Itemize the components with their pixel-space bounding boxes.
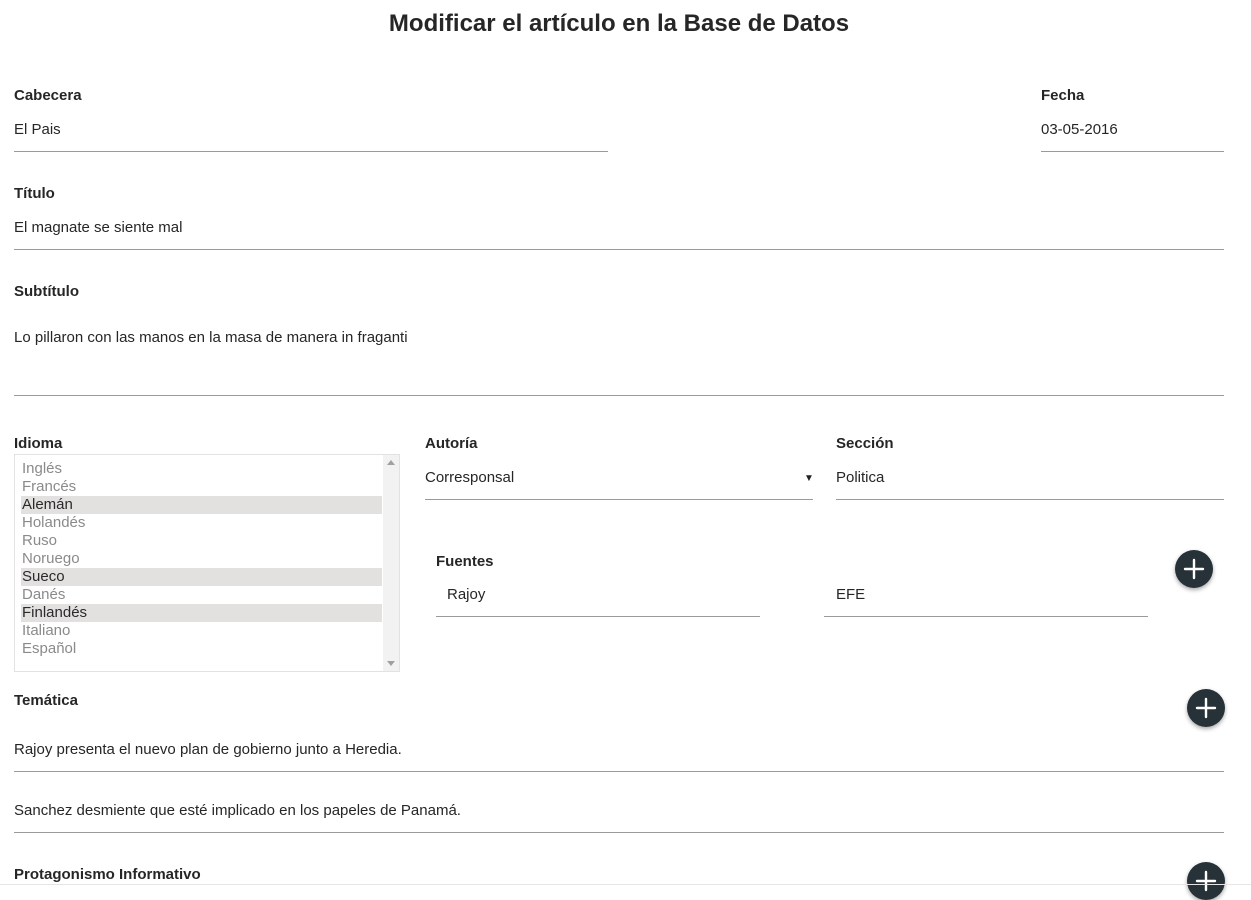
plus-icon xyxy=(1195,697,1217,719)
fuente-input-2[interactable]: EFE xyxy=(836,586,865,603)
add-tematica-button[interactable] xyxy=(1187,689,1225,727)
fuente-underline-2 xyxy=(824,616,1148,617)
fecha-input[interactable]: 03-05-2016 xyxy=(1041,121,1118,138)
tematica-input-2[interactable]: Sanchez desmiente que esté implicado en … xyxy=(14,802,461,819)
idioma-option[interactable]: Ruso xyxy=(21,532,382,550)
idioma-option[interactable]: Francés xyxy=(21,478,382,496)
titulo-underline xyxy=(14,249,1224,250)
idioma-option[interactable]: Finlandés xyxy=(21,604,382,622)
idioma-option[interactable]: Alemán xyxy=(21,496,382,514)
idioma-option[interactable]: Holandés xyxy=(21,514,382,532)
scroll-up-arrow-icon[interactable] xyxy=(387,460,395,465)
idioma-option[interactable]: Sueco xyxy=(21,568,382,586)
fecha-label: Fecha xyxy=(1041,87,1085,104)
seccion-input[interactable]: Politica xyxy=(836,469,884,486)
scroll-down-arrow-icon[interactable] xyxy=(387,661,395,666)
fuente-underline-1 xyxy=(436,616,760,617)
subtitulo-underline xyxy=(14,395,1224,396)
titulo-label: Título xyxy=(14,185,55,202)
add-protagonismo-button[interactable] xyxy=(1187,862,1225,900)
cabecera-underline xyxy=(14,151,608,152)
dropdown-caret-icon[interactable]: ▼ xyxy=(804,473,814,484)
idioma-option[interactable]: Inglés xyxy=(21,460,382,478)
subtitulo-label: Subtítulo xyxy=(14,283,79,300)
autoria-select[interactable]: Corresponsal xyxy=(425,469,514,486)
tematica-label: Temática xyxy=(14,692,78,709)
tematica-input-1[interactable]: Rajoy presenta el nuevo plan de gobierno… xyxy=(14,741,402,758)
idioma-option[interactable]: Español xyxy=(21,640,382,658)
fuentes-label: Fuentes xyxy=(436,553,494,570)
tematica-underline-2 xyxy=(14,832,1224,833)
protagonismo-label: Protagonismo Informativo xyxy=(14,866,201,883)
viewport-bottom-edge xyxy=(0,884,1251,885)
add-fuente-button[interactable] xyxy=(1175,550,1213,588)
idioma-label: Idioma xyxy=(14,435,63,452)
cabecera-label: Cabecera xyxy=(14,87,82,104)
seccion-label: Sección xyxy=(836,435,894,452)
autoria-underline xyxy=(425,499,813,500)
subtitulo-textarea[interactable]: Lo pillaron con las manos en la masa de … xyxy=(14,329,408,346)
fecha-underline xyxy=(1041,151,1224,152)
titulo-input[interactable]: El magnate se siente mal xyxy=(14,219,182,236)
seccion-underline xyxy=(836,499,1224,500)
tematica-underline-1 xyxy=(14,771,1224,772)
idioma-option[interactable]: Italiano xyxy=(21,622,382,640)
cabecera-input[interactable]: El Pais xyxy=(14,121,61,138)
idioma-multiselect[interactable]: Inglés Francés Alemán Holandés Ruso Noruego Su… xyxy=(14,454,400,672)
plus-icon xyxy=(1195,870,1217,892)
idioma-option[interactable]: Danés xyxy=(21,586,382,604)
idioma-option[interactable]: Noruego xyxy=(21,550,382,568)
idioma-scrollbar[interactable] xyxy=(383,455,399,671)
plus-icon xyxy=(1183,558,1205,580)
fuente-input-1[interactable]: Rajoy xyxy=(447,586,485,603)
autoria-label: Autoría xyxy=(425,435,478,452)
page-title: Modificar el artículo en la Base de Dato… xyxy=(388,10,850,37)
